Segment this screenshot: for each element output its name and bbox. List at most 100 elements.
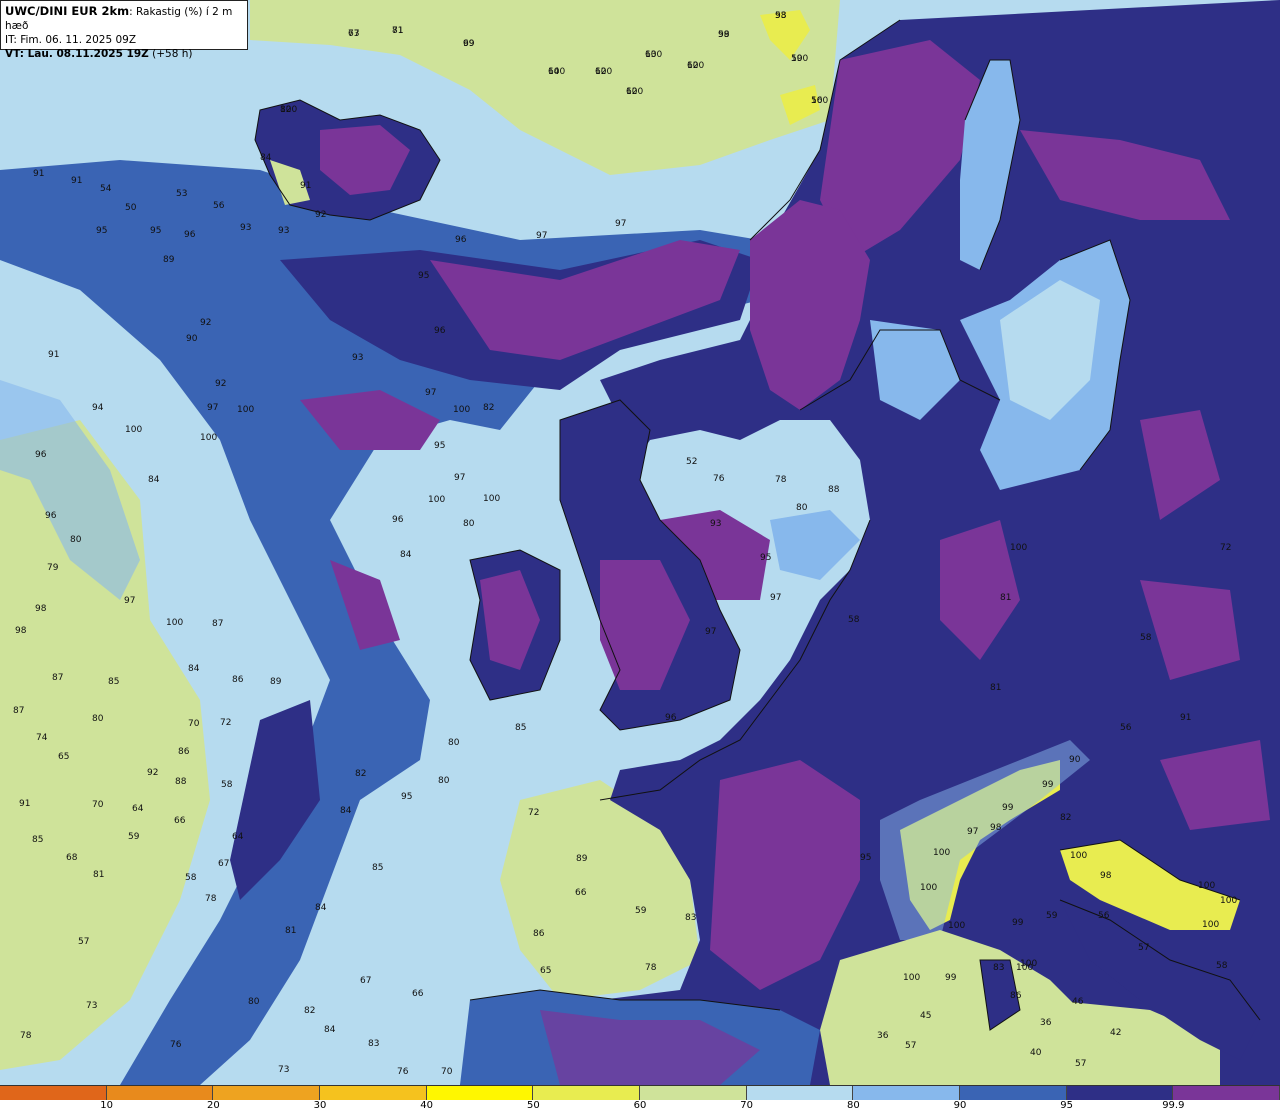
grid-value-label: 76: [397, 1067, 409, 1077]
grid-value-label: 99: [463, 39, 475, 49]
grid-value-label: 92: [215, 379, 226, 389]
legend-tick-label: 20: [206, 1100, 220, 1111]
grid-value-label: 72: [528, 808, 539, 818]
grid-value-label: 100: [1010, 543, 1027, 553]
grid-value-label: 100: [548, 67, 565, 77]
color-legend: [0, 1085, 1280, 1100]
grid-value-label: 36: [877, 1031, 889, 1041]
grid-value-label: 81: [392, 26, 403, 36]
grid-value-label: 59: [635, 906, 647, 916]
grid-value-label: 70: [92, 800, 104, 810]
grid-value-label: 79: [47, 563, 59, 573]
title-box: UWC/DINI EUR 2km: Rakastig (%) í 2 m hæð…: [0, 0, 248, 60]
grid-value-label: 58: [1140, 633, 1152, 643]
grid-value-label: 80: [463, 519, 475, 529]
grid-value-label: 100: [791, 54, 808, 64]
grid-value-label: 58: [221, 780, 233, 790]
grid-value-label: 78: [205, 894, 217, 904]
legend-tick-label: 60: [633, 1100, 647, 1111]
grid-value-label: 93: [710, 519, 721, 529]
grid-value-label: 92: [200, 318, 211, 328]
grid-value-label: 85: [515, 723, 526, 733]
grid-value-label: 99: [1002, 803, 1014, 813]
legend-swatch: [320, 1086, 427, 1100]
grid-value-label: 83: [368, 1039, 379, 1049]
grid-value-label: 57: [1075, 1059, 1086, 1069]
legend-swatch: [1066, 1086, 1174, 1100]
grid-value-label: 80: [92, 714, 104, 724]
grid-value-label: 87: [52, 673, 63, 683]
legend-swatch: [746, 1086, 854, 1100]
legend-tick-label: 90: [953, 1100, 967, 1111]
grid-value-label: 59: [1046, 911, 1058, 921]
grid-value-label: 76: [713, 474, 725, 484]
grid-value-label: 72: [1220, 543, 1231, 553]
grid-value-label: 96: [45, 511, 57, 521]
grid-value-label: 97: [207, 403, 218, 413]
legend-tick-label: 10: [100, 1100, 114, 1111]
grid-value-label: 100: [687, 61, 704, 71]
grid-value-label: 58: [848, 615, 860, 625]
grid-value-label: 96: [665, 713, 677, 723]
grid-value-label: 95: [418, 271, 429, 281]
grid-value-label: 100: [811, 96, 828, 106]
grid-value-label: 73: [86, 1001, 97, 1011]
grid-value-label: 100: [948, 921, 965, 931]
grid-value-label: 100: [200, 433, 217, 443]
grid-value-label: 96: [392, 515, 404, 525]
grid-value-label: 97: [615, 219, 626, 229]
grid-value-label: 98: [15, 626, 27, 636]
grid-value-label: 57: [905, 1041, 916, 1051]
grid-value-label: 89: [576, 854, 588, 864]
grid-value-label: 64: [232, 832, 244, 842]
grid-value-label: 78: [645, 963, 657, 973]
grid-value-label: 95: [434, 441, 445, 451]
grid-value-label: 64: [132, 804, 144, 814]
grid-value-label: 95: [96, 226, 107, 236]
grid-value-label: 100: [280, 105, 297, 115]
model-name: UWC/DINI EUR 2km: [5, 4, 130, 18]
grid-value-label: 70: [441, 1067, 453, 1077]
legend-swatch: [213, 1086, 321, 1100]
grid-value-label: 80: [438, 776, 450, 786]
grid-value-label: 53: [176, 189, 187, 199]
grid-value-label: 67: [360, 976, 371, 986]
grid-value-label: 56: [1120, 723, 1132, 733]
grid-value-label: 70: [188, 719, 200, 729]
grid-value-label: 42: [1110, 1028, 1121, 1038]
grid-value-label: 80: [70, 535, 82, 545]
grid-value-label: 78: [775, 475, 787, 485]
legend-tick-label: 95: [1060, 1100, 1074, 1111]
grid-value-label: 98: [35, 604, 47, 614]
grid-value-label: 97: [967, 827, 978, 837]
grid-value-label: 96: [455, 235, 467, 245]
grid-value-label: 100: [920, 883, 937, 893]
valid-time: VT: Lau. 08.11.2025 19Z: [5, 48, 149, 60]
grid-value-label: 50: [125, 203, 137, 213]
grid-value-label: 56: [213, 201, 225, 211]
grid-value-label: 92: [147, 768, 158, 778]
grid-value-label: 57: [78, 937, 89, 947]
grid-value-label: 82: [304, 1006, 315, 1016]
grid-value-label: 93: [775, 11, 786, 21]
grid-value-label: 74: [36, 733, 48, 743]
grid-value-label: 89: [163, 255, 175, 265]
grid-value-label: 78: [20, 1031, 32, 1041]
grid-value-label: 57: [1138, 943, 1149, 953]
grid-value-label: 84: [315, 903, 327, 913]
grid-value-label: 100: [933, 848, 950, 858]
grid-value-label: 95: [860, 853, 871, 863]
legend-tick-label: 80: [846, 1100, 860, 1111]
grid-value-label: 100: [453, 405, 470, 415]
grid-value-label: 87: [212, 619, 223, 629]
grid-value-label: 90: [1069, 755, 1081, 765]
grid-value-label: 100: [595, 67, 612, 77]
legend-tick-label: 99.9: [1162, 1100, 1185, 1111]
lead-time: (+58 h): [152, 48, 193, 60]
grid-value-label: 97: [705, 627, 716, 637]
grid-value-label: 81: [990, 683, 1001, 693]
grid-value-label: 100: [483, 494, 500, 504]
legend-swatch: [853, 1086, 961, 1100]
grid-value-label: 87: [13, 706, 24, 716]
grid-value-label: 54: [100, 184, 112, 194]
